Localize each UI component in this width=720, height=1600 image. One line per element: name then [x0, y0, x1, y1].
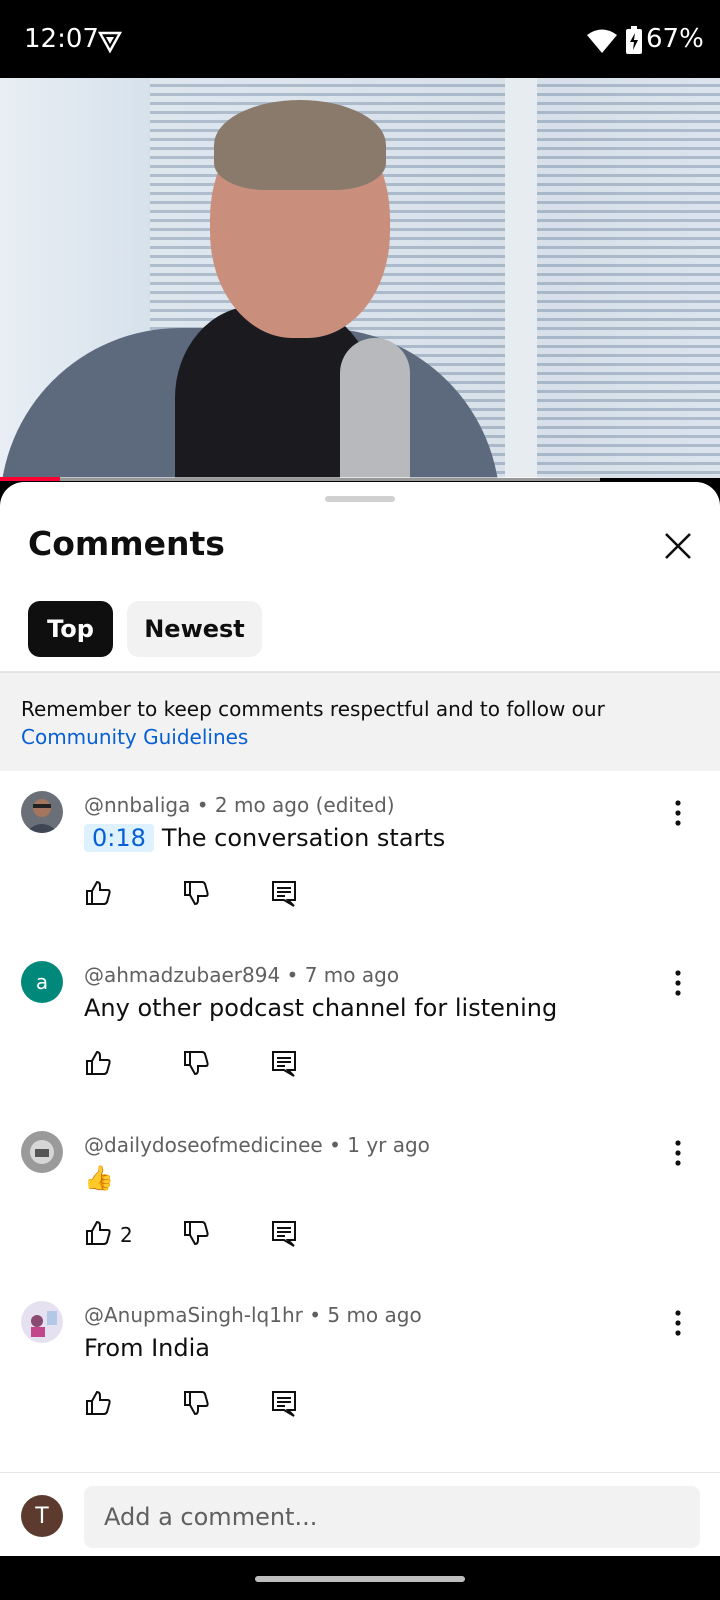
dislike-button[interactable] — [182, 1389, 210, 1417]
avatar[interactable]: a — [21, 961, 63, 1003]
comment-text: Any other podcast channel for listening — [84, 994, 557, 1022]
comment-item: @AnupmaSingh-lq1hr • 5 mo ago From India — [0, 1281, 720, 1451]
comment-author[interactable]: @dailydoseofmedicinee — [84, 1133, 323, 1157]
thumbs-down-icon — [184, 1391, 209, 1416]
thumbs-up-icon — [86, 1220, 111, 1245]
like-button[interactable] — [84, 1219, 112, 1247]
video-person-collar — [340, 338, 410, 478]
comment-meta: @AnupmaSingh-lq1hr • 5 mo ago — [84, 1303, 422, 1327]
comment-body: From India — [84, 1334, 210, 1362]
reply-button[interactable] — [270, 1389, 298, 1417]
more-vertical-icon — [675, 1140, 681, 1166]
like-button[interactable] — [84, 1389, 112, 1417]
thumbs-up-icon — [86, 880, 111, 905]
avatar[interactable] — [21, 1131, 63, 1173]
current-user-avatar[interactable]: T — [21, 1495, 63, 1537]
wifi-icon — [586, 28, 618, 54]
comment-time: • 5 mo ago — [302, 1303, 422, 1327]
battery-charging-icon — [626, 26, 642, 54]
video-player[interactable] — [0, 78, 720, 478]
sort-chip-newest[interactable]: Newest — [127, 601, 262, 657]
comment-meta: @ahmadzubaer894 • 7 mo ago — [84, 963, 399, 987]
comment-time: • 1 yr ago — [322, 1133, 430, 1157]
comment-author[interactable]: @ahmadzubaer894 — [84, 963, 280, 987]
video-progress-track[interactable] — [0, 477, 600, 481]
battery-percentage: 67% — [646, 24, 704, 54]
add-comment-input[interactable] — [84, 1486, 700, 1548]
video-progress-fill — [0, 477, 60, 481]
reply-button[interactable] — [270, 1049, 298, 1077]
like-count: 2 — [120, 1223, 133, 1247]
comment-meta: @dailydoseofmedicinee • 1 yr ago — [84, 1133, 430, 1157]
system-nav-bar — [0, 1556, 720, 1600]
thumbs-up-icon — [86, 1390, 111, 1415]
dislike-button[interactable] — [182, 879, 210, 907]
comment-body: 👍 — [84, 1164, 114, 1192]
sheet-title: Comments — [28, 524, 225, 563]
comment-text: From India — [84, 1334, 210, 1362]
video-person-hair — [214, 100, 386, 190]
comment-text: 0:18 The conversation starts — [84, 824, 445, 852]
comment-timestamp-link[interactable]: 0:18 — [84, 824, 154, 852]
dislike-button[interactable] — [182, 1049, 210, 1077]
vpn-shield-icon — [98, 30, 122, 54]
like-button[interactable] — [84, 1049, 112, 1077]
reply-comment-icon — [272, 1391, 296, 1417]
comment-time: • 7 mo ago — [280, 963, 400, 987]
thumbs-down-icon — [184, 881, 209, 906]
avatar[interactable] — [21, 791, 63, 833]
sheet-drag-handle[interactable] — [325, 496, 395, 502]
more-vertical-icon — [675, 970, 681, 996]
thumbs-down-icon — [184, 1221, 209, 1246]
status-time: 12:07 — [24, 24, 99, 54]
community-notice: Remember to keep comments respectful and… — [0, 673, 720, 771]
more-options-button[interactable] — [664, 1137, 692, 1169]
status-bar: 12:07 67% — [0, 0, 720, 78]
video-window-frame — [505, 78, 537, 478]
more-options-button[interactable] — [664, 967, 692, 999]
thumbs-down-icon — [184, 1051, 209, 1076]
reply-comment-icon — [272, 1051, 296, 1077]
comment-author[interactable]: @AnupmaSingh-lq1hr — [84, 1303, 303, 1327]
more-options-button[interactable] — [664, 797, 692, 829]
comment-body: The conversation starts — [161, 824, 446, 852]
notice-text: Remember to keep comments respectful and… — [21, 697, 605, 721]
comment-item: @dailydoseofmedicinee • 1 yr ago 👍 2 — [0, 1111, 720, 1281]
community-guidelines-link[interactable]: Community Guidelines — [21, 723, 699, 751]
more-vertical-icon — [675, 1310, 681, 1336]
comment-time: • 2 mo ago (edited) — [190, 793, 395, 817]
close-button[interactable] — [660, 528, 696, 564]
home-gesture-handle[interactable] — [255, 1576, 465, 1582]
comment-author[interactable]: @nnbaliga — [84, 793, 190, 817]
comment-text: 👍 — [84, 1164, 114, 1192]
more-vertical-icon — [675, 800, 681, 826]
reply-button[interactable] — [270, 879, 298, 907]
comment-item: a @ahmadzubaer894 • 7 mo ago Any other p… — [0, 941, 720, 1111]
sort-chip-top[interactable]: Top — [28, 601, 113, 657]
reply-button[interactable] — [270, 1219, 298, 1247]
comment-item: @nnbaliga • 2 mo ago (edited) 0:18 The co… — [0, 771, 720, 941]
reply-comment-icon — [272, 881, 296, 907]
comment-meta: @nnbaliga • 2 mo ago (edited) — [84, 793, 395, 817]
thumbs-up-icon — [86, 1050, 111, 1075]
like-button[interactable] — [84, 879, 112, 907]
comments-sheet: Comments Top Newest Remember to keep com… — [0, 482, 720, 1556]
reply-comment-icon — [272, 1221, 296, 1247]
add-comment-bar: T — [0, 1472, 720, 1556]
dislike-button[interactable] — [182, 1219, 210, 1247]
close-icon — [665, 533, 691, 559]
comment-body: Any other podcast channel for listening — [84, 994, 558, 1022]
more-options-button[interactable] — [664, 1307, 692, 1339]
avatar[interactable] — [21, 1301, 63, 1343]
